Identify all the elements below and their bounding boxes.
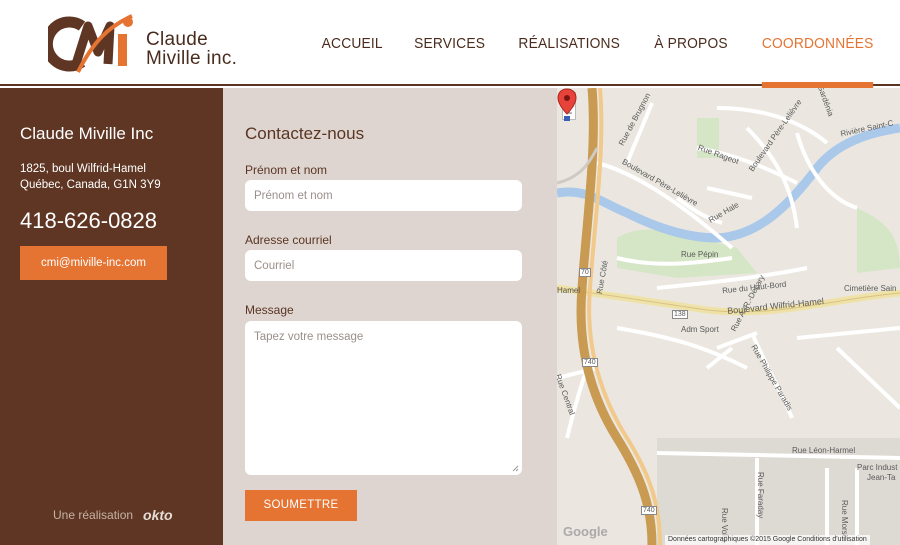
- submit-button[interactable]: SOUMETTRE: [245, 490, 357, 521]
- email-label: Adresse courriel: [245, 233, 332, 247]
- nav-accueil[interactable]: ACCUEIL: [321, 0, 382, 86]
- okto-logo[interactable]: okto: [143, 507, 173, 523]
- logo-line1: Claude: [146, 29, 209, 50]
- main-nav: ACCUEIL SERVICES RÉALISATIONS À PROPOS C…: [293, 0, 878, 88]
- form-title: Contactez-nous: [245, 124, 365, 143]
- google-map[interactable]: + − Rue de Brugnon Rue Rageot Boulevard …: [557, 88, 900, 545]
- nav-services[interactable]: SERVICES: [414, 0, 485, 86]
- map-label: Hamel: [557, 286, 581, 295]
- nav-realisations[interactable]: RÉALISATIONS: [519, 0, 621, 86]
- contact-info-panel: Claude Miville Inc 1825, boul Wilfrid-Ha…: [0, 88, 223, 545]
- address-line1: 1825, boul Wilfrid-Hamel: [20, 163, 146, 175]
- map-label: Cimetière Sain: [844, 284, 897, 293]
- logo-line2: Miville inc.: [146, 48, 238, 69]
- map-label: Rue Pépin: [681, 250, 719, 259]
- company-logo[interactable]: Claude Miville inc.: [48, 12, 248, 74]
- company-address: 1825, boul Wilfrid-Hamel Québec, Canada,…: [20, 161, 161, 193]
- credit-text: Une réalisation: [53, 508, 134, 522]
- resize-grip-icon[interactable]: [511, 464, 519, 472]
- map-label: Parc Indust: [857, 463, 898, 472]
- name-input[interactable]: [245, 180, 522, 211]
- contact-form: Contactez-nous Prénom et nom Adresse cou…: [223, 88, 557, 545]
- route-shield: 740: [641, 506, 657, 515]
- cmi-logo-mark: [48, 14, 133, 73]
- map-label: Jean-Ta: [867, 473, 896, 482]
- logo-text: Claude Miville inc.: [146, 30, 237, 68]
- email-button[interactable]: cmi@miville-inc.com: [20, 246, 167, 280]
- phone-number[interactable]: 418-626-0828: [20, 208, 157, 234]
- route-shield: 70: [579, 268, 591, 277]
- map-label: Rue Morse: [840, 500, 849, 540]
- message-textarea[interactable]: [245, 321, 522, 475]
- route-shield: 138: [672, 310, 688, 319]
- credit: Une réalisation okto: [53, 507, 173, 523]
- route-shield: 740: [582, 358, 598, 367]
- name-label: Prénom et nom: [245, 163, 328, 177]
- map-footer[interactable]: Données cartographiques ©2015 Google Con…: [665, 535, 870, 545]
- address-line2: Québec, Canada, G1N 3Y9: [20, 179, 161, 191]
- site-header: Claude Miville inc. ACCUEIL SERVICES RÉA…: [0, 0, 900, 88]
- google-logo[interactable]: Google: [563, 524, 608, 539]
- company-name: Claude Miville Inc: [20, 124, 154, 143]
- map-label: Rue Léon-Harmel: [792, 446, 856, 455]
- nav-a-propos[interactable]: À PROPOS: [654, 0, 728, 86]
- message-label: Message: [245, 303, 294, 317]
- nav-coordonnees[interactable]: COORDONNÉES: [761, 0, 874, 88]
- map-marker-icon[interactable]: [557, 88, 577, 122]
- map-label: Adm Sport: [681, 325, 719, 334]
- email-input[interactable]: [245, 250, 522, 281]
- map-label: Rue Faraday: [756, 472, 765, 519]
